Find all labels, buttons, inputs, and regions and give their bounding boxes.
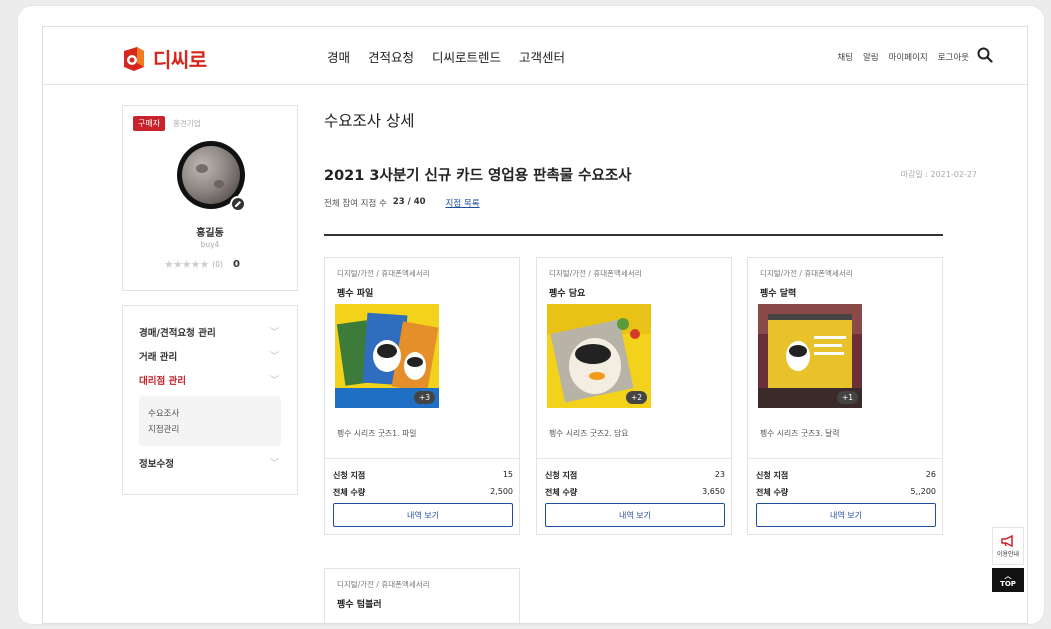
product-card: 디지털/가전 / 휴대폰액세서리 펭수 텀블러 <box>324 568 520 623</box>
usage-guide-label: 이용안내 <box>996 550 1020 558</box>
chevron-down-icon: ﹀ <box>269 352 279 362</box>
product-image[interactable]: +3 <box>335 304 439 408</box>
main-nav: 경매 견적요청 디씨로트렌드 고객센터 <box>327 47 565 66</box>
more-images-badge: +3 <box>413 391 435 404</box>
total-quantity-row: 전체 수량 3,650 <box>545 487 725 497</box>
product-image[interactable]: +1 <box>758 304 862 408</box>
buyer-badge: 구매자 <box>133 116 166 131</box>
chevron-down-icon: ﹀ <box>269 459 279 469</box>
top-label: TOP <box>1000 580 1016 588</box>
logo[interactable]: 디씨로 <box>120 44 207 73</box>
edit-avatar-icon[interactable] <box>230 196 246 212</box>
agency-submenu: 수요조사 지점관리 <box>139 396 281 446</box>
util-notifications[interactable]: 알림 <box>863 51 879 63</box>
usage-guide-button[interactable]: 이용안내 <box>992 527 1024 565</box>
company-name: 홍견기업 <box>173 119 201 128</box>
side-menu: 경매/견적요청 관리 ﹀ 거래 관리 ﹀ 대리점 관리 ﹀ 수요조사 지점관리 정보수… <box>122 305 298 495</box>
participants-value: 23 / 40 <box>392 197 426 207</box>
chevron-up-icon: ︿ <box>1004 572 1012 580</box>
total-quantity-row: 전체 수량 2,500 <box>333 487 513 497</box>
card-category: 디지털/가전 / 휴대폰액세서리 <box>760 269 853 278</box>
megaphone-icon <box>1001 534 1013 547</box>
search-icon[interactable] <box>977 47 993 63</box>
branch-list-link[interactable]: 지점 목록 <box>446 197 480 209</box>
deadline: 마감일 : 2021-02-27 <box>900 170 977 179</box>
nav-auction[interactable]: 경매 <box>327 47 350 66</box>
site-header: 디씨로 경매 견적요청 디씨로트렌드 고객센터 채팅 알림 마이페이지 로그아웃 <box>43 27 1027 85</box>
scroll-top-button[interactable]: ︿ TOP <box>992 568 1024 592</box>
card-divider <box>748 458 942 459</box>
page-title: 수요조사 상세 <box>324 112 415 130</box>
participants-label: 전체 참여 지점 수 <box>324 199 387 209</box>
menu-agency[interactable]: 대리점 관리 ﹀ <box>139 373 279 387</box>
divider <box>324 234 943 236</box>
util-mypage[interactable]: 마이페이지 <box>889 51 928 63</box>
user-name: 홍길동 <box>196 228 224 239</box>
card-title[interactable]: 펭수 달력 <box>760 286 796 299</box>
product-image[interactable]: +2 <box>547 304 651 408</box>
nav-quote-request[interactable]: 견적요청 <box>368 47 414 66</box>
card-description: 펭수 시리즈 굿즈2. 담요 <box>549 429 629 438</box>
submenu-survey[interactable]: 수요조사 <box>148 406 272 422</box>
product-card: 디지털/가전 / 휴대폰액세서리 펭수 달력 +1 펭수 시리즈 굿즈3. 달력… <box>747 257 943 535</box>
card-description: 펭수 시리즈 굿즈3. 달력 <box>760 429 840 438</box>
logo-mark-icon <box>124 46 144 71</box>
user-id: buy4 <box>200 240 220 249</box>
browser-window: 디씨로 경매 견적요청 디씨로트렌드 고객센터 채팅 알림 마이페이지 로그아웃… <box>18 6 1044 624</box>
rating-score: 0 <box>232 259 240 270</box>
util-logout[interactable]: 로그아웃 <box>938 51 969 63</box>
card-title[interactable]: 펭수 텀블러 <box>337 597 382 610</box>
chevron-down-icon: ﹀ <box>269 328 279 338</box>
util-nav: 채팅 알림 마이페이지 로그아웃 <box>837 51 969 63</box>
card-title[interactable]: 펭수 담요 <box>549 286 585 299</box>
card-title[interactable]: 펭수 파일 <box>337 286 373 299</box>
menu-trade[interactable]: 거래 관리 ﹀ <box>139 349 279 363</box>
menu-auction-quote[interactable]: 경매/견적요청 관리 ﹀ <box>139 325 279 339</box>
view-details-button[interactable]: 내역 보기 <box>756 503 936 527</box>
apply-branch-row: 신청 지점 15 <box>333 470 513 480</box>
rating: ★★★★★ (0) 0 <box>164 258 240 271</box>
product-card: 디지털/가전 / 휴대폰액세서리 펭수 담요 +2 펭수 시리즈 굿즈2. 담요 <box>536 257 732 535</box>
card-divider <box>325 458 519 459</box>
more-images-badge: +2 <box>625 391 647 404</box>
card-category: 디지털/가전 / 휴대폰액세서리 <box>337 269 430 278</box>
card-category: 디지털/가전 / 휴대폰액세서리 <box>549 269 642 278</box>
submenu-branch[interactable]: 지점관리 <box>148 422 272 438</box>
profile-card: 구매자 홍견기업 홍길동 buy4 ★★★★★ (0) 0 <box>122 105 298 291</box>
apply-branch-row: 신청 지점 23 <box>545 470 725 480</box>
nav-customer-center[interactable]: 고객센터 <box>519 47 565 66</box>
product-card: 디지털/가전 / 휴대폰액세서리 펭수 파일 +3 펭수 시리즈 굿즈1. 파일 <box>324 257 520 535</box>
menu-info-edit[interactable]: 정보수정 ﹀ <box>139 456 279 470</box>
total-quantity-row: 전체 수량 5,,200 <box>756 487 936 497</box>
card-divider <box>537 458 731 459</box>
view-details-button[interactable]: 내역 보기 <box>333 503 513 527</box>
apply-branch-row: 신청 지점 26 <box>756 470 936 480</box>
util-chat[interactable]: 채팅 <box>837 51 853 63</box>
survey-title: 2021 3사분기 신규 카드 영업용 판촉물 수요조사 <box>324 168 632 184</box>
card-description: 펭수 시리즈 굿즈1. 파일 <box>337 429 417 438</box>
chevron-down-icon: ﹀ <box>269 376 279 386</box>
more-images-badge: +1 <box>836 391 858 404</box>
page-frame: 디씨로 경매 견적요청 디씨로트렌드 고객센터 채팅 알림 마이페이지 로그아웃… <box>42 26 1028 624</box>
nav-trend[interactable]: 디씨로트렌드 <box>432 47 501 66</box>
participants: 전체 참여 지점 수 23 / 40 지점 목록 <box>324 197 480 209</box>
card-category: 디지털/가전 / 휴대폰액세서리 <box>337 580 430 589</box>
star-rating-icon: ★★★★★ <box>164 258 209 271</box>
logo-text: 디씨로 <box>153 48 207 72</box>
view-details-button[interactable]: 내역 보기 <box>545 503 725 527</box>
review-count: (0) <box>212 260 223 269</box>
